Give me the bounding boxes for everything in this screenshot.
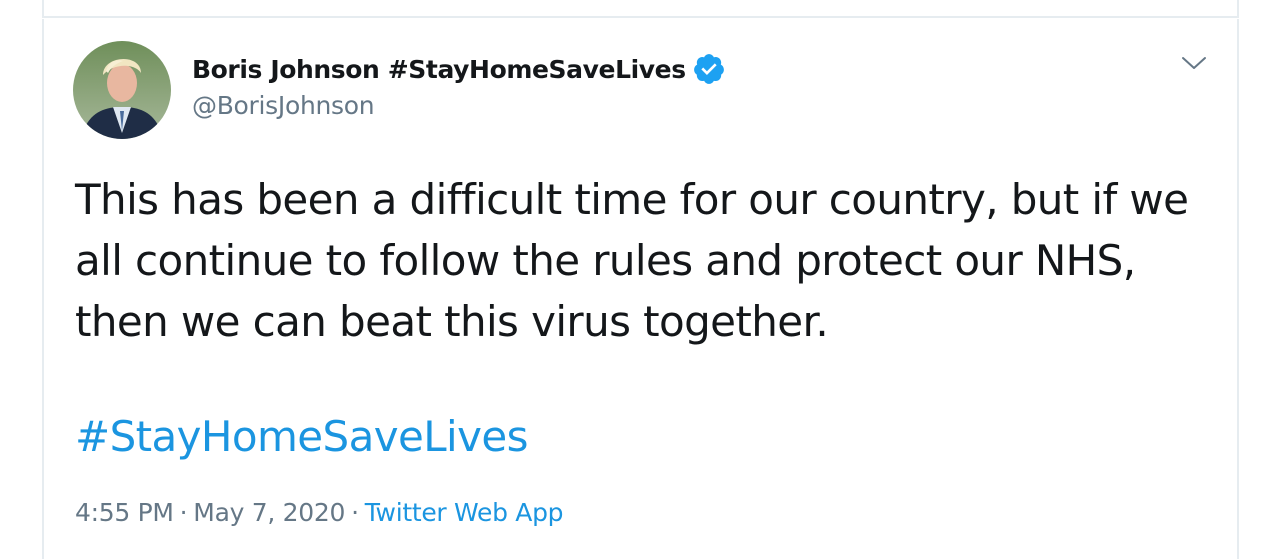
meta-separator: · — [351, 498, 359, 527]
tweet-text: This has been a difficult time for our c… — [75, 175, 1189, 346]
avatar[interactable] — [73, 41, 171, 139]
tweet-source-link[interactable]: Twitter Web App — [365, 498, 564, 527]
previous-card-edge — [42, 0, 1239, 18]
display-name-row: Boris Johnson #StayHomeSaveLives — [192, 51, 726, 87]
profile-photo-icon — [73, 41, 171, 139]
tweet-card: Boris Johnson #StayHomeSaveLives @BorisJ… — [42, 19, 1239, 559]
verified-badge-icon — [692, 52, 726, 86]
tweet-time[interactable]: 4:55 PM — [75, 498, 174, 527]
meta-separator: · — [179, 498, 188, 527]
tweet-meta: 4:55 PM · May 7, 2020 · Twitter Web App — [75, 498, 564, 527]
handle[interactable]: @BorisJohnson — [192, 91, 726, 120]
tweet-date[interactable]: May 7, 2020 — [193, 498, 345, 527]
hashtag-link[interactable]: #StayHomeSaveLives — [75, 409, 528, 465]
display-name[interactable]: Boris Johnson #StayHomeSaveLives — [192, 55, 686, 84]
author-block[interactable]: Boris Johnson #StayHomeSaveLives @BorisJ… — [192, 51, 726, 120]
chevron-down-icon[interactable] — [1181, 53, 1207, 73]
